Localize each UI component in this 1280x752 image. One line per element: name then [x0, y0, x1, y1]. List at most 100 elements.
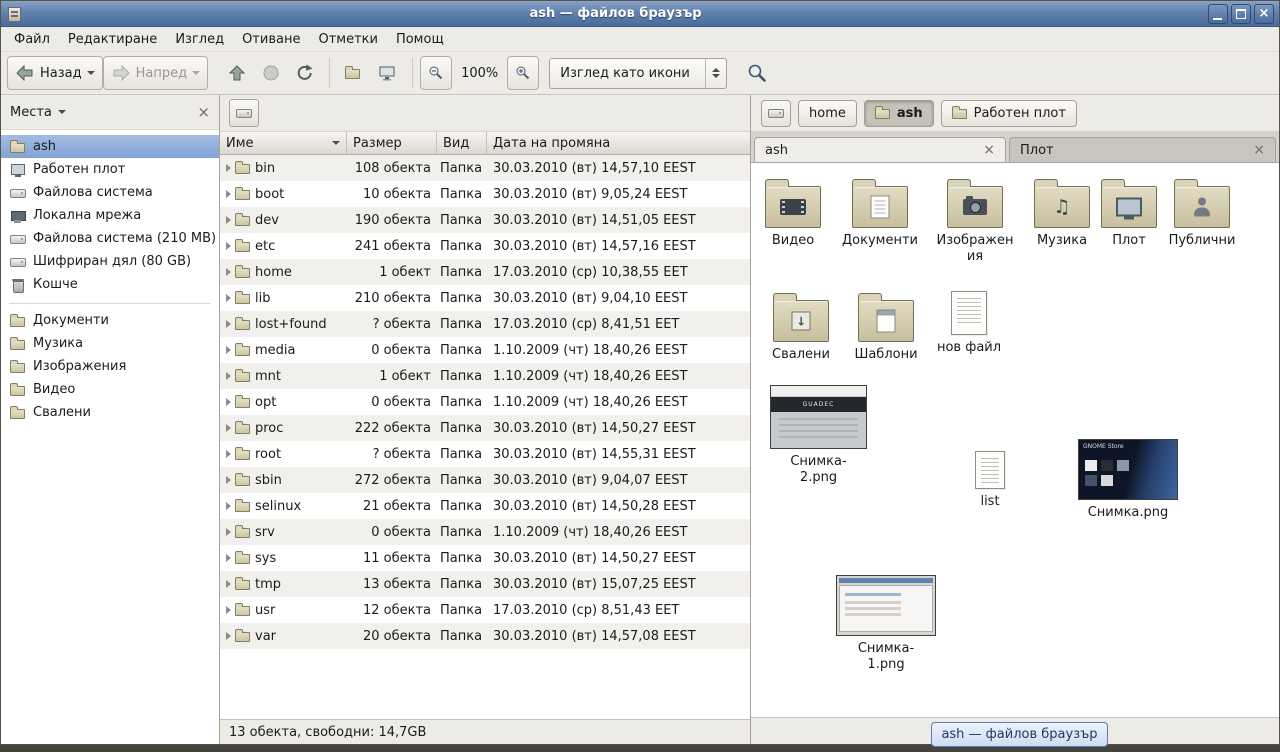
close-button[interactable]: [1254, 4, 1274, 24]
tree-row[interactable]: lost+found ? обекта Папка 17.03.2010 (ср…: [220, 311, 750, 337]
sidebar-item[interactable]: Свалени: [1, 401, 219, 424]
expander-icon[interactable]: [226, 346, 231, 354]
sidebar-item[interactable]: Музика: [1, 332, 219, 355]
tab-ash[interactable]: ash: [754, 137, 1006, 162]
expander-icon[interactable]: [226, 606, 231, 614]
computer-button[interactable]: [369, 56, 405, 90]
path-button-ash[interactable]: ash: [864, 100, 934, 127]
sidebar-close-button[interactable]: [197, 105, 210, 120]
combo-arrows-icon[interactable]: [705, 59, 726, 88]
file-new-file[interactable]: нов файл: [929, 291, 1009, 356]
minimize-button[interactable]: [1208, 4, 1228, 24]
tree-row[interactable]: bin 108 обекта Папка 30.03.2010 (вт) 14,…: [220, 155, 750, 181]
view-mode-select[interactable]: Изглед като икони: [549, 58, 727, 89]
column-header-kind[interactable]: Вид: [437, 132, 487, 154]
tree-row[interactable]: sbin 272 обекта Папка 30.03.2010 (вт) 9,…: [220, 467, 750, 493]
expander-icon[interactable]: [226, 190, 231, 198]
sidebar-item[interactable]: Документи: [1, 309, 219, 332]
column-header-date[interactable]: Дата на промяна: [487, 132, 750, 154]
tree-row[interactable]: home 1 обект Папка 17.03.2010 (ср) 10,38…: [220, 259, 750, 285]
sidebar-item[interactable]: Кошче: [1, 273, 219, 296]
sidebar-item[interactable]: Работен плот: [1, 158, 219, 181]
up-button[interactable]: [220, 56, 254, 90]
zoom-out-button[interactable]: [420, 56, 452, 90]
sidebar-title[interactable]: Места: [10, 105, 52, 120]
taskbar-window-button[interactable]: ash — файлов браузър: [931, 722, 1108, 747]
file-list[interactable]: list: [957, 451, 1023, 510]
menu-item[interactable]: Файл: [5, 29, 59, 50]
expander-icon[interactable]: [226, 164, 231, 172]
expander-icon[interactable]: [226, 320, 231, 328]
expander-icon[interactable]: [226, 502, 231, 510]
reload-button[interactable]: [288, 56, 322, 90]
back-dropdown-icon[interactable]: [87, 71, 95, 75]
folder-video[interactable]: Видео: [753, 177, 833, 249]
folder-public[interactable]: Публични: [1162, 177, 1242, 249]
tab-plot[interactable]: Плот: [1009, 137, 1276, 162]
zoom-in-button[interactable]: [507, 56, 539, 90]
tree-row[interactable]: dev 190 обекта Папка 30.03.2010 (вт) 14,…: [220, 207, 750, 233]
stop-button[interactable]: [254, 56, 288, 90]
tree-row[interactable]: opt 0 обекта Папка 1.10.2009 (чт) 18,40,…: [220, 389, 750, 415]
expander-icon[interactable]: [226, 216, 231, 224]
tree-row[interactable]: etc 241 обекта Папка 30.03.2010 (вт) 14,…: [220, 233, 750, 259]
forward-dropdown-icon[interactable]: [192, 71, 200, 75]
tree-row[interactable]: usr 12 обекта Папка 17.03.2010 (ср) 8,51…: [220, 597, 750, 623]
expander-icon[interactable]: [226, 554, 231, 562]
tree-row[interactable]: var 20 обекта Папка 30.03.2010 (вт) 14,5…: [220, 623, 750, 649]
tree-row[interactable]: tmp 13 обекта Папка 30.03.2010 (вт) 15,0…: [220, 571, 750, 597]
maximize-button[interactable]: [1231, 4, 1251, 24]
expander-icon[interactable]: [226, 268, 231, 276]
folder-downloads[interactable]: Свалени: [761, 291, 841, 363]
tree-row[interactable]: boot 10 обекта Папка 30.03.2010 (вт) 9,0…: [220, 181, 750, 207]
icon-view[interactable]: Видео Документи Изображения Музика: [751, 163, 1279, 718]
file-snimka-2[interactable]: GUADEC Снимка-2.png: [769, 385, 868, 485]
filesystem-root-button[interactable]: [761, 100, 791, 127]
expander-icon[interactable]: [226, 528, 231, 536]
menu-item[interactable]: Отиване: [233, 29, 309, 50]
expander-icon[interactable]: [226, 398, 231, 406]
tab-close-icon[interactable]: [1253, 143, 1265, 157]
tree-row[interactable]: sys 11 обекта Папка 30.03.2010 (вт) 14,5…: [220, 545, 750, 571]
folder-desktop[interactable]: Плот: [1089, 177, 1169, 249]
tree-row[interactable]: media 0 обекта Папка 1.10.2009 (чт) 18,4…: [220, 337, 750, 363]
tree-row[interactable]: root ? обекта Папка 30.03.2010 (вт) 14,5…: [220, 441, 750, 467]
expander-icon[interactable]: [226, 242, 231, 250]
file-snimka-1[interactable]: Снимка-1.png: [835, 575, 937, 672]
home-button[interactable]: [337, 56, 369, 90]
tree-row[interactable]: mnt 1 обект Папка 1.10.2009 (чт) 18,40,2…: [220, 363, 750, 389]
sidebar-item[interactable]: Шифриран дял (80 GB): [1, 250, 219, 273]
expander-icon[interactable]: [226, 294, 231, 302]
tree-row[interactable]: srv 0 обекта Папка 1.10.2009 (чт) 18,40,…: [220, 519, 750, 545]
file-snimka[interactable]: GNOME Store Снимка.png: [1077, 439, 1179, 521]
search-button[interactable]: [739, 56, 775, 90]
column-header-name[interactable]: Име: [220, 132, 347, 154]
sidebar-item[interactable]: Локална мрежа: [1, 204, 219, 227]
expander-icon[interactable]: [226, 632, 231, 640]
menu-item[interactable]: Помощ: [387, 29, 453, 50]
expander-icon[interactable]: [226, 424, 231, 432]
sidebar-item[interactable]: Видео: [1, 378, 219, 401]
menu-item[interactable]: Изглед: [166, 29, 233, 50]
back-button[interactable]: Назад: [7, 56, 103, 90]
expander-icon[interactable]: [226, 372, 231, 380]
tree-row[interactable]: lib 210 обекта Папка 30.03.2010 (вт) 9,0…: [220, 285, 750, 311]
sidebar-item[interactable]: Файлова система (210 MB): [1, 227, 219, 250]
menu-item[interactable]: Отметки: [309, 29, 386, 50]
sidebar-item[interactable]: Изображения: [1, 355, 219, 378]
forward-button[interactable]: Напред: [103, 56, 208, 90]
titlebar[interactable]: ash — файлов браузър: [1, 1, 1279, 27]
path-button-home[interactable]: home: [798, 100, 857, 127]
folder-templates[interactable]: Шаблони: [846, 291, 926, 363]
menu-item[interactable]: Редактиране: [59, 29, 166, 50]
expander-icon[interactable]: [226, 450, 231, 458]
folder-pictures[interactable]: Изображения: [934, 177, 1016, 264]
filesystem-root-button[interactable]: [229, 99, 259, 127]
expander-icon[interactable]: [226, 580, 231, 588]
tree-row[interactable]: selinux 21 обекта Папка 30.03.2010 (вт) …: [220, 493, 750, 519]
tab-close-icon[interactable]: [983, 143, 995, 157]
sidebar-item[interactable]: Файлова система: [1, 181, 219, 204]
tree-row[interactable]: proc 222 обекта Папка 30.03.2010 (вт) 14…: [220, 415, 750, 441]
column-header-size[interactable]: Размер: [347, 132, 437, 154]
sidebar-dropdown-icon[interactable]: [58, 110, 66, 114]
